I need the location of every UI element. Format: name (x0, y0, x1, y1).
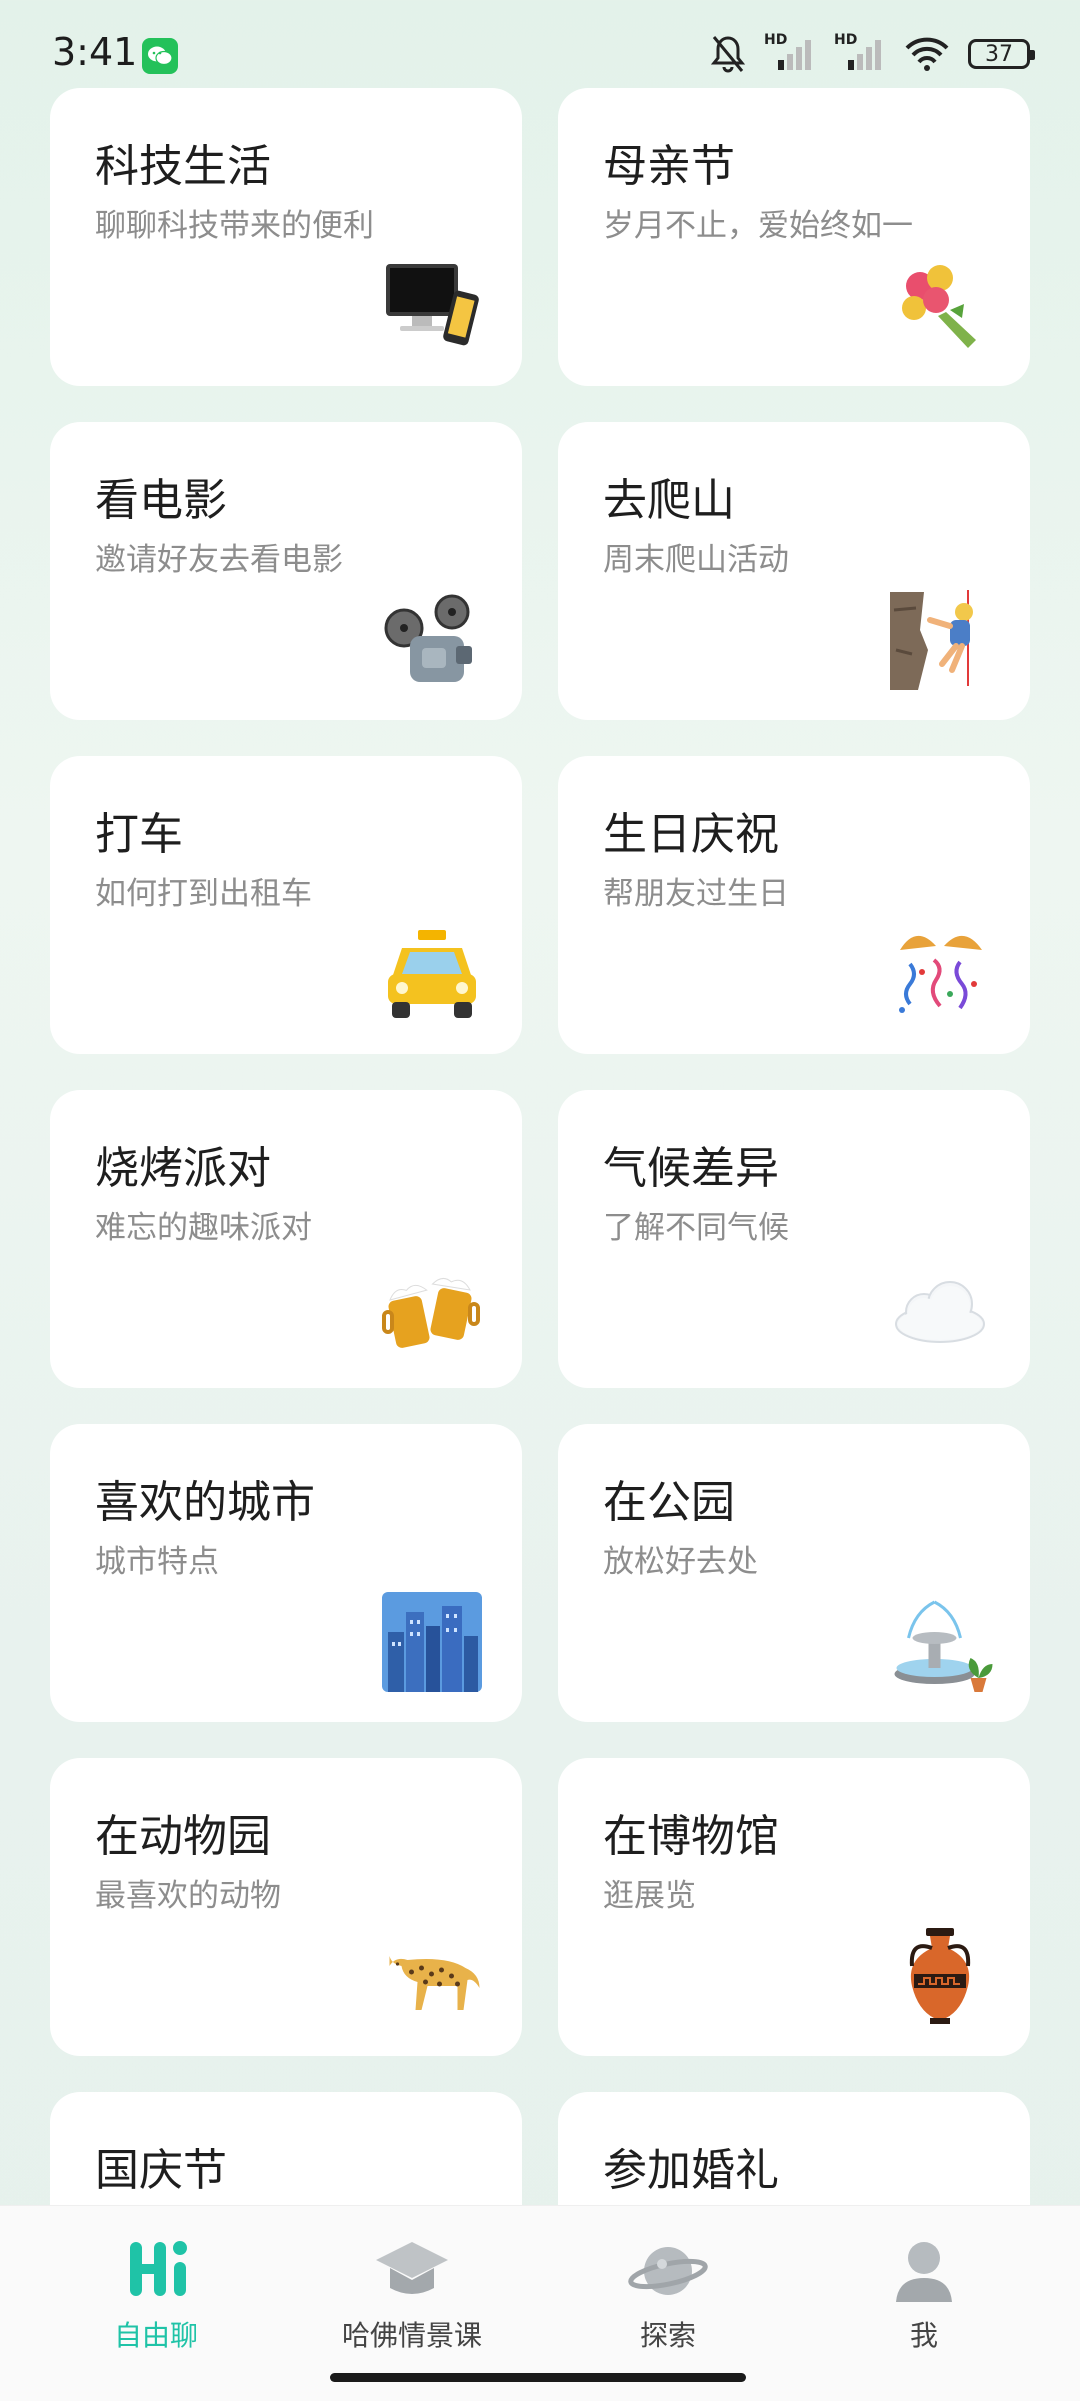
card-subtitle: 了解不同气候 (603, 1210, 789, 1246)
topic-card[interactable]: 喜欢的城市 城市特点 (50, 1424, 522, 1722)
hd-signal-icon: HD (764, 32, 816, 74)
card-subtitle: 岁月不止，爱始终如一 (603, 208, 913, 244)
cloud-icon (895, 1281, 985, 1343)
computer-phone-icon (386, 264, 479, 346)
card-title: 参加婚礼 (603, 2145, 779, 2196)
card-subtitle: 难忘的趣味派对 (95, 1210, 312, 1246)
card-title: 烧烤派对 (95, 1143, 271, 1194)
card-title: 生日庆祝 (603, 809, 779, 860)
card-title: 看电影 (95, 475, 227, 526)
planet-icon (628, 2247, 708, 2295)
topic-card[interactable]: 在公园 放松好去处 (558, 1424, 1030, 1722)
beer-mugs-icon (382, 1277, 480, 1348)
tab-harvard-course[interactable]: 哈佛情景课 (312, 2236, 512, 2366)
card-subtitle: 周末爬山活动 (603, 542, 789, 578)
topic-card[interactable]: 母亲节 岁月不止，爱始终如一 (558, 88, 1030, 386)
card-title: 打车 (95, 809, 183, 860)
tab-label: 探索 (639, 2319, 696, 2352)
card-title: 去爬山 (603, 475, 735, 526)
card-subtitle: 最喜欢的动物 (95, 1878, 281, 1914)
bottom-tab-bar: 自由聊 哈佛情景课 探索 我 (0, 2205, 1080, 2401)
bouquet-icon (902, 265, 976, 348)
confetti-icon (899, 935, 982, 1013)
leopard-icon (389, 1956, 480, 2010)
tab-free-chat[interactable]: 自由聊 (56, 2236, 256, 2366)
card-subtitle: 邀请好友去看电影 (95, 542, 343, 578)
fountain-icon (894, 1600, 993, 1692)
wechat-icon (142, 38, 178, 74)
card-subtitle: 逛展览 (603, 1878, 696, 1914)
tab-me[interactable]: 我 (824, 2236, 1024, 2366)
topic-card[interactable]: 在动物园 最喜欢的动物 (50, 1758, 522, 2056)
tab-label: 自由聊 (113, 2319, 198, 2352)
battery-level: 37 (985, 41, 1013, 67)
wifi-icon (905, 37, 949, 71)
person-icon (896, 2242, 952, 2302)
tab-label: 哈佛情景课 (341, 2319, 482, 2352)
card-subtitle: 帮朋友过生日 (603, 876, 789, 912)
topic-card[interactable]: 去爬山 周末爬山活动 (558, 422, 1030, 720)
home-indicator[interactable] (330, 2373, 746, 2382)
amphora-icon (909, 1928, 971, 2024)
climber-icon (890, 590, 973, 690)
card-subtitle: 如何打到出租车 (95, 876, 312, 912)
topic-card[interactable]: 看电影 邀请好友去看电影 (50, 422, 522, 720)
card-title: 喜欢的城市 (95, 1477, 315, 1528)
mute-bell-icon (710, 36, 746, 73)
tab-explore[interactable]: 探索 (568, 2236, 768, 2366)
topic-card[interactable]: 气候差异 了解不同气候 (558, 1090, 1030, 1388)
topic-card[interactable]: 科技生活 聊聊科技带来的便利 (50, 88, 522, 386)
topic-card[interactable]: 在博物馆 逛展览 (558, 1758, 1030, 2056)
graduation-cap-icon (376, 2242, 448, 2294)
battery-icon: 37 (968, 39, 1035, 69)
topic-card[interactable]: 生日庆祝 帮朋友过生日 (558, 756, 1030, 1054)
card-title: 气候差异 (603, 1143, 779, 1194)
card-title: 科技生活 (95, 141, 271, 192)
card-subtitle: 城市特点 (95, 1544, 219, 1580)
card-subtitle: 放松好去处 (603, 1544, 758, 1580)
hd-signal-icon: HD (834, 32, 886, 74)
status-icons: HD HD 37 (710, 32, 1035, 74)
topic-card[interactable]: 打车 如何打到出租车 (50, 756, 522, 1054)
card-title: 在动物园 (95, 1811, 271, 1862)
card-title: 国庆节 (95, 2145, 227, 2196)
card-title: 母亲节 (603, 141, 735, 192)
status-time: 3:41 (52, 30, 138, 74)
taxi-icon (388, 930, 476, 1018)
card-subtitle: 聊聊科技带来的便利 (95, 208, 374, 244)
cityscape-icon (382, 1592, 482, 1692)
tab-label: 我 (909, 2319, 938, 2352)
topic-card[interactable]: 烧烤派对 难忘的趣味派对 (50, 1090, 522, 1388)
hi-icon (130, 2241, 187, 2296)
film-projector-icon (384, 594, 472, 682)
card-title: 在公园 (603, 1477, 735, 1528)
card-title: 在博物馆 (603, 1811, 779, 1862)
